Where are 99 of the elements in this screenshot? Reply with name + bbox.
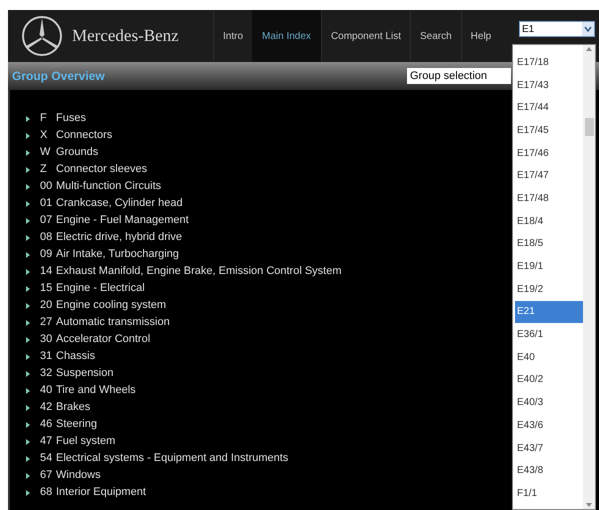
dropdown-option[interactable]: E40/2	[515, 368, 583, 392]
dropdown-option[interactable]: E18/4	[515, 210, 583, 232]
group-link[interactable]: Multi-function Circuits	[56, 178, 162, 195]
bullet-icon	[26, 116, 30, 122]
group-code: 15	[40, 281, 54, 296]
bullet-icon	[26, 456, 30, 462]
group-link[interactable]: Suspension	[56, 365, 114, 382]
nav-tab[interactable]: Main Index	[252, 10, 321, 62]
bullet-icon	[26, 438, 30, 444]
dropdown-option[interactable]: E43/7	[515, 436, 583, 460]
group-link[interactable]: Chassis	[56, 348, 96, 365]
group-code: W	[40, 145, 52, 160]
group-code: 68	[40, 485, 54, 500]
group-code: 27	[40, 315, 54, 330]
group-code: 42	[40, 400, 54, 416]
bullet-icon	[26, 354, 30, 360]
group-link[interactable]: Air Intake, Turbocharging	[56, 246, 179, 263]
group-link[interactable]: Automatic transmission	[56, 314, 170, 331]
group-link[interactable]: Tire and Wheels	[56, 382, 136, 399]
scrollbar[interactable]	[583, 45, 595, 509]
dropdown-option[interactable]: E18/5	[515, 232, 583, 256]
bullet-icon	[26, 302, 30, 308]
bullet-icon	[26, 422, 30, 428]
bullet-icon	[26, 336, 30, 342]
group-link[interactable]: Crankcase, Cylinder head	[56, 195, 183, 212]
bullet-icon	[26, 490, 30, 496]
dropdown-option[interactable]: E17/45	[515, 119, 583, 142]
group-link[interactable]: Connectors	[56, 127, 112, 144]
group-code: 54	[40, 451, 54, 466]
group-code: Z	[40, 162, 48, 178]
dropdown-option[interactable]: E17/48	[515, 187, 583, 210]
section-title: Group Overview	[12, 68, 105, 85]
dropdown-option[interactable]: E40	[515, 346, 583, 369]
bullet-icon	[26, 218, 30, 224]
group-link[interactable]: Exhaust Manifold, Engine Brake, Emission Control System	[56, 263, 342, 280]
dropdown-option[interactable]: E17/47	[515, 164, 583, 188]
group-link[interactable]: Windows	[56, 467, 101, 484]
group-link[interactable]: Accelerator Control	[56, 331, 150, 348]
bullet-icon	[26, 286, 30, 292]
star-logo-icon	[20, 14, 64, 58]
bullet-icon	[26, 370, 30, 376]
dropdown-option[interactable]: E17/18	[515, 51, 583, 74]
group-link[interactable]: Fuses	[56, 110, 86, 127]
group-code: 40	[40, 383, 54, 398]
bullet-icon	[26, 234, 30, 240]
group-link[interactable]: Connector sleeves	[56, 161, 148, 178]
group-code: 00	[40, 179, 54, 194]
group-link[interactable]: Electric drive, hybrid drive	[56, 229, 182, 246]
bullet-icon	[26, 200, 30, 206]
bullet-icon	[26, 320, 30, 326]
group-link[interactable]: Brakes	[56, 399, 90, 416]
bullet-icon	[26, 252, 30, 258]
brand-name: Mercedes-Benz	[72, 25, 179, 48]
group-code: 30	[40, 332, 54, 348]
bullet-icon	[26, 388, 30, 394]
group-link[interactable]: Engine - Electrical	[56, 280, 145, 297]
group-code: 31	[40, 349, 54, 364]
group-code: F	[40, 111, 48, 126]
group-link[interactable]: Interior Equipment	[56, 484, 146, 501]
bullet-icon	[26, 150, 30, 156]
dropdown-option[interactable]: E36/1	[515, 323, 583, 346]
bullet-icon	[26, 268, 30, 274]
group-code: 47	[40, 434, 54, 450]
group-code: 46	[40, 417, 54, 432]
dropdown-option[interactable]: E17/46	[515, 142, 583, 164]
dropdown-option[interactable]: E21	[515, 300, 583, 324]
group-code: 07	[40, 213, 54, 228]
group-code: 01	[40, 196, 54, 212]
group-selection-field[interactable]: Group selection	[407, 68, 511, 84]
dropdown-option[interactable]: E40/3	[515, 391, 583, 414]
group-link[interactable]: Electrical systems - Equipment and Instruments	[56, 450, 288, 467]
group-link[interactable]: Grounds	[56, 144, 98, 161]
group-code: 67	[40, 468, 54, 484]
dropdown-option[interactable]: E17/44	[515, 96, 583, 120]
dropdown-option[interactable]: E17/43	[515, 74, 583, 96]
scroll-thumb[interactable]	[584, 118, 594, 136]
group-code: 09	[40, 247, 54, 262]
group-code: 20	[40, 298, 54, 314]
scroll-up-icon[interactable]	[586, 47, 592, 51]
group-code: 14	[40, 264, 54, 280]
group-link[interactable]: Steering	[56, 416, 97, 433]
dropdown-option[interactable]: E43/8	[515, 459, 583, 482]
dropdown-option[interactable]: E43/6	[515, 414, 583, 437]
group-link[interactable]: Engine cooling system	[56, 297, 166, 314]
dropdown-option[interactable]: E19/2	[515, 278, 583, 301]
group-code: 32	[40, 366, 54, 382]
group-code: 08	[40, 230, 54, 246]
component-select[interactable]: E1	[519, 21, 595, 37]
bullet-icon	[26, 166, 30, 172]
bullet-icon	[26, 184, 30, 190]
bullet-icon	[26, 404, 30, 410]
scroll-down-icon[interactable]	[586, 503, 592, 507]
bullet-icon	[26, 132, 30, 138]
dropdown-option[interactable]: F1/1	[515, 482, 583, 505]
group-code: X	[40, 128, 48, 144]
group-link[interactable]: Engine - Fuel Management	[56, 212, 189, 229]
bullet-icon	[26, 472, 30, 478]
group-link[interactable]: Fuel system	[56, 433, 116, 450]
dropdown-option[interactable]: E19/1	[515, 255, 583, 278]
